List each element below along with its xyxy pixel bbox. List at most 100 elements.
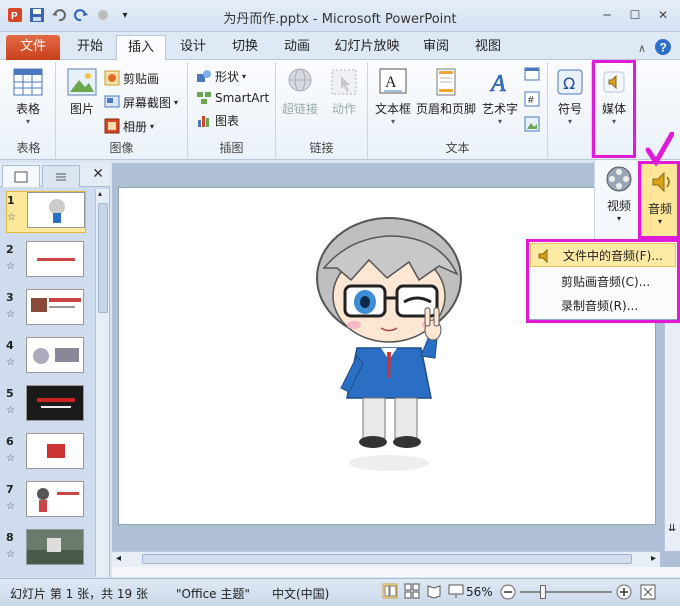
screenshot-button[interactable]: 屏幕截图 ▾ xyxy=(104,92,178,112)
scroll-up-icon[interactable]: ▴ xyxy=(98,189,102,198)
zoom-slider-thumb[interactable] xyxy=(540,585,546,599)
next-slide-icon[interactable]: ⇊ xyxy=(668,523,676,534)
zoom-out-button[interactable] xyxy=(500,584,516,603)
transition-icon: ☆ xyxy=(6,501,15,512)
thumbnails-scrollbar[interactable]: ▴ xyxy=(95,189,109,577)
transition-icon: ☆ xyxy=(6,405,15,416)
textbox-button[interactable]: A 文本框 ▾ xyxy=(370,66,416,126)
slide-thumbnails: 1 ☆ 2 ☆ 3 ☆ 4 ☆ 5 ☆ 6 ☆ 7 ☆ 8 ☆ xyxy=(0,189,94,577)
header-footer-button[interactable]: 页眉和页脚 xyxy=(414,66,478,117)
transition-icon: ☆ xyxy=(7,212,16,223)
shapes-button[interactable]: 形状 ▾ xyxy=(196,66,246,86)
clipart-button[interactable]: 剪贴画 xyxy=(104,68,159,88)
slideshow-icon[interactable] xyxy=(448,583,464,602)
textbox-label: 文本框 xyxy=(374,102,411,116)
slide-thumbnail-image xyxy=(26,385,84,421)
album-button[interactable]: 相册 ▾ xyxy=(104,116,154,136)
hyperlink-button[interactable]: 超链接 xyxy=(278,66,322,117)
slide-sorter-icon[interactable] xyxy=(404,583,420,602)
tab-slideshow[interactable]: 幻灯片放映 xyxy=(326,35,408,60)
media-highlight xyxy=(592,60,636,158)
fit-to-window-icon[interactable] xyxy=(640,584,656,603)
symbol-button[interactable]: Ω 符号 ▾ xyxy=(548,66,592,126)
minimize-ribbon-icon[interactable]: ∧ xyxy=(638,42,646,55)
clipart-icon xyxy=(104,70,120,86)
close-pane-icon[interactable]: ✕ xyxy=(92,166,104,182)
smartart-button[interactable]: SmartArt xyxy=(196,88,269,108)
slide-thumb-5[interactable]: 5 ☆ xyxy=(6,385,86,425)
smartart-label: SmartArt xyxy=(215,91,270,105)
wordart-button[interactable]: A 艺术字 ▾ xyxy=(478,66,522,126)
horizontal-scroll-thumb[interactable] xyxy=(142,554,632,564)
reading-view-icon[interactable] xyxy=(426,583,442,602)
tab-outline[interactable] xyxy=(42,165,80,187)
hyperlink-icon xyxy=(284,66,316,98)
normal-view-icon[interactable] xyxy=(382,583,398,602)
album-icon xyxy=(104,118,120,134)
scroll-right-icon[interactable]: ▸ xyxy=(651,553,656,564)
shapes-label: 形状 xyxy=(215,69,240,84)
wordart-icon: A xyxy=(484,66,516,98)
tab-review[interactable]: 审阅 xyxy=(412,35,460,60)
image-group: 图片 剪贴画 屏幕截图 ▾ 相册 ▾ 图像 xyxy=(56,62,188,158)
action-button[interactable]: 动作 xyxy=(322,66,366,117)
picture-button[interactable]: 图片 xyxy=(60,66,104,117)
date-time-icon[interactable] xyxy=(524,66,544,85)
tab-file[interactable]: 文件 xyxy=(6,35,60,60)
object-icon[interactable] xyxy=(524,116,544,135)
maximize-button[interactable]: ☐ xyxy=(626,6,644,24)
slide-thumb-4[interactable]: 4 ☆ xyxy=(6,337,86,377)
zoom-level[interactable]: 56% xyxy=(466,585,493,599)
chart-icon xyxy=(196,112,212,128)
slide-horizontal-scrollbar[interactable]: ◂ ▸ xyxy=(112,551,660,567)
audio-highlight xyxy=(638,161,680,239)
text-group: A 文本框 ▾ 页眉和页脚 A 艺术字 ▾ # 文本 xyxy=(368,62,548,158)
scroll-left-icon[interactable]: ◂ xyxy=(116,553,121,564)
zoom-in-button[interactable] xyxy=(616,584,632,603)
tab-design[interactable]: 设计 xyxy=(168,35,218,60)
tab-slides[interactable] xyxy=(2,165,40,187)
action-label: 动作 xyxy=(331,102,356,116)
tab-insert[interactable]: 插入 xyxy=(116,35,166,60)
table-icon xyxy=(12,66,44,98)
slide-thumb-7[interactable]: 7 ☆ xyxy=(6,481,86,521)
header-footer-label: 页眉和页脚 xyxy=(415,102,476,116)
slide-thumb-6[interactable]: 6 ☆ xyxy=(6,433,86,473)
slide-thumb-1[interactable]: 1 ☆ xyxy=(6,191,86,233)
tab-home[interactable]: 开始 xyxy=(66,35,114,60)
tab-animations[interactable]: 动画 xyxy=(272,35,322,60)
slide-number-icon[interactable]: # xyxy=(524,91,544,110)
help-icon[interactable]: ? xyxy=(654,38,672,59)
album-label: 相册 xyxy=(123,119,148,134)
language-status[interactable]: 中文(中国) xyxy=(272,585,329,602)
clipart-label: 剪贴画 xyxy=(123,71,160,86)
slide-vertical-scrollbar[interactable]: ⇊ xyxy=(664,303,680,551)
chart-button[interactable]: 图表 xyxy=(196,110,239,130)
zoom-slider[interactable] xyxy=(520,591,612,593)
link-group-label: 链接 xyxy=(309,141,334,155)
tab-transitions[interactable]: 切换 xyxy=(220,35,270,60)
theme-status[interactable]: "Office 主题" xyxy=(176,585,250,602)
close-button[interactable]: ✕ xyxy=(654,6,672,24)
symbol-label: 符号 xyxy=(557,102,582,116)
slide-thumbnail-image xyxy=(26,433,84,469)
textbox-icon: A xyxy=(377,66,409,98)
video-button[interactable]: 视频 ▾ xyxy=(601,164,637,223)
transition-icon: ☆ xyxy=(6,453,15,464)
slide-thumb-2[interactable]: 2 ☆ xyxy=(6,241,86,281)
tab-view[interactable]: 视图 xyxy=(464,35,512,60)
scroll-thumb[interactable] xyxy=(98,203,108,313)
table-group: 表格 ▾ 表格 xyxy=(2,62,56,158)
notes-pane[interactable] xyxy=(112,567,680,577)
slide-thumb-8[interactable]: 8 ☆ xyxy=(6,529,86,569)
slide-thumb-3[interactable]: 3 ☆ xyxy=(6,289,86,329)
link-group: 超链接 动作 链接 xyxy=(276,62,368,158)
table-button[interactable]: 表格 ▾ xyxy=(6,66,50,126)
shapes-icon xyxy=(196,68,212,84)
smartart-icon xyxy=(196,90,212,106)
hyperlink-label: 超链接 xyxy=(281,102,318,116)
ribbon: 表格 ▾ 表格 图片 剪贴画 屏幕截图 ▾ 相册 ▾ 图像 形状 ▾ Smart… xyxy=(0,60,680,160)
picture-label: 图片 xyxy=(69,102,94,116)
current-slide[interactable] xyxy=(118,187,656,525)
minimize-button[interactable]: ─ xyxy=(598,6,616,24)
